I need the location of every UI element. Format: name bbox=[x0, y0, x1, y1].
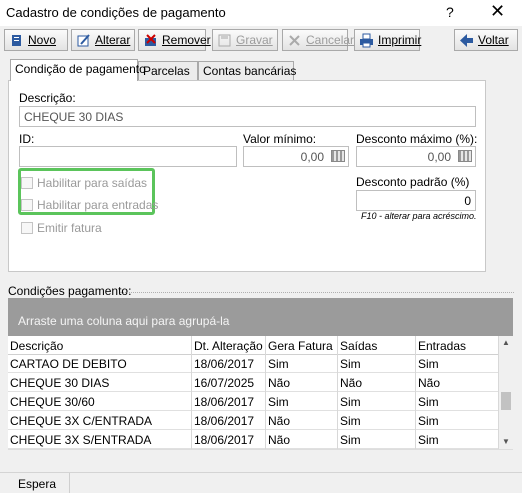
desconto-maximo-label: Desconto máximo (%): bbox=[356, 132, 478, 146]
new-document-icon bbox=[9, 33, 24, 48]
table-row[interactable]: CARTAO DE DEBITO 18/06/2017 Sim Sim Sim bbox=[8, 354, 498, 373]
cell-descricao: CARTAO DE DEBITO bbox=[8, 354, 192, 373]
column-header[interactable]: Gera Fatura bbox=[266, 336, 338, 355]
tab-contas-bancarias[interactable]: Contas bancárias bbox=[198, 61, 296, 80]
cell-saidas: Não bbox=[338, 373, 416, 392]
remover-label: Remover bbox=[162, 33, 211, 47]
cell-gera-fatura: Não bbox=[266, 373, 338, 392]
cell-gera-fatura: Não bbox=[266, 430, 338, 449]
grid-caption: Condições pagamento: bbox=[8, 284, 516, 298]
tab-condicao-pagamento[interactable]: Condição de pagamento bbox=[10, 59, 146, 81]
cell-descricao: CHEQUE 3X S/ENTRADA bbox=[8, 430, 192, 449]
desconto-padrao-label: Desconto padrão (%) bbox=[356, 175, 470, 189]
conditions-grid: Descrição Dt. Alteração Gera Fatura Saíd… bbox=[8, 336, 513, 449]
group-hint: Arraste uma coluna aqui para agrupá-la bbox=[18, 314, 230, 328]
cell-descricao: CHEQUE 3X C/ENTRADA bbox=[8, 411, 192, 430]
help-button[interactable]: ? bbox=[446, 4, 454, 20]
imprimir-button[interactable]: Imprimir bbox=[354, 29, 422, 51]
checkbox-box bbox=[21, 177, 33, 189]
cell-saidas: Sim bbox=[338, 354, 416, 373]
cell-descricao: CHEQUE 30/60 bbox=[8, 392, 192, 411]
cell-gera-fatura: Sim bbox=[266, 354, 338, 373]
habilitar-entradas-label: Habilitar para entradas bbox=[37, 198, 159, 212]
grid-header: Descrição Dt. Alteração Gera Fatura Saíd… bbox=[8, 336, 498, 355]
status-text: Espera bbox=[0, 473, 70, 493]
id-input[interactable] bbox=[19, 146, 237, 167]
alterar-button[interactable]: Alterar bbox=[71, 29, 135, 51]
cell-entradas: Sim bbox=[418, 357, 439, 371]
checkbox-box bbox=[21, 222, 33, 234]
cell-entradas: Não bbox=[418, 376, 441, 390]
column-header[interactable]: Entradas bbox=[416, 336, 498, 355]
emitir-fatura-label: Emitir fatura bbox=[37, 221, 102, 235]
column-header[interactable]: Descrição bbox=[8, 336, 192, 355]
descricao-input[interactable]: CHEQUE 30 DIAS bbox=[19, 106, 476, 127]
edit-icon bbox=[76, 33, 91, 48]
save-icon bbox=[217, 33, 232, 48]
toolbar: Novo Alterar Remover Gravar Cancelar Imp… bbox=[0, 27, 522, 53]
emitir-fatura-checkbox[interactable]: Emitir fatura bbox=[21, 221, 102, 235]
table-row[interactable]: CHEQUE 3X C/ENTRADA 18/06/2017 Não Sim S… bbox=[8, 411, 498, 430]
scroll-thumb[interactable] bbox=[501, 392, 511, 410]
novo-label: Novo bbox=[28, 33, 57, 47]
remove-icon bbox=[143, 33, 158, 48]
calculator-icon[interactable] bbox=[331, 150, 345, 162]
cell-dt-alteracao: 18/06/2017 bbox=[192, 411, 266, 430]
horizontal-scrollbar[interactable] bbox=[8, 449, 513, 465]
cell-dt-alteracao: 18/06/2017 bbox=[192, 430, 266, 449]
cell-gera-fatura: Não bbox=[266, 411, 338, 430]
cancelar-label: Cancelar bbox=[306, 33, 355, 47]
imprimir-label: Imprimir bbox=[378, 33, 422, 47]
cell-entradas: Sim bbox=[418, 433, 439, 447]
cell-saidas: Sim bbox=[338, 411, 416, 430]
cell-entradas: Sim bbox=[418, 395, 439, 409]
scroll-up-icon[interactable]: ▲ bbox=[502, 338, 510, 347]
back-arrow-icon bbox=[459, 33, 474, 48]
window-title: Cadastro de condições de pagamento bbox=[6, 5, 226, 20]
tab-parcelas[interactable]: Parcelas bbox=[138, 61, 198, 80]
table-row[interactable]: CHEQUE 3X S/ENTRADA 18/06/2017 Não Sim S… bbox=[8, 430, 498, 449]
novo-button[interactable]: Novo bbox=[4, 29, 68, 51]
group-by-area[interactable]: Arraste uma coluna aqui para agrupá-la bbox=[8, 298, 513, 336]
checkbox-box bbox=[21, 199, 33, 211]
vertical-scrollbar[interactable]: ▲ ▼ bbox=[498, 336, 513, 449]
habilitar-saidas-checkbox[interactable]: Habilitar para saídas bbox=[21, 176, 147, 190]
habilitar-saidas-label: Habilitar para saídas bbox=[37, 176, 148, 190]
desconto-padrao-input[interactable]: 0 bbox=[356, 190, 476, 211]
scroll-down-icon[interactable]: ▼ bbox=[502, 437, 510, 446]
cell-descricao: CHEQUE 30 DIAS bbox=[8, 373, 192, 392]
voltar-button[interactable]: Voltar bbox=[454, 29, 518, 51]
close-button[interactable]: ✕ bbox=[490, 1, 505, 22]
table-row[interactable]: CHEQUE 30/60 18/06/2017 Sim Sim Sim bbox=[8, 392, 498, 411]
cell-saidas: Sim bbox=[338, 430, 416, 449]
title-bar: Cadastro de condições de pagamento ? ✕ bbox=[0, 0, 522, 26]
descricao-label: Descrição: bbox=[19, 91, 76, 105]
habilitar-entradas-checkbox[interactable]: Habilitar para entradas bbox=[21, 198, 158, 212]
cell-dt-alteracao: 16/07/2025 bbox=[192, 373, 266, 392]
cell-saidas: Sim bbox=[338, 392, 416, 411]
column-header[interactable]: Dt. Alteração bbox=[192, 336, 266, 355]
f10-hint: F10 - alterar para acréscimo. bbox=[361, 211, 477, 221]
cell-entradas: Sim bbox=[418, 414, 439, 428]
alterar-label: Alterar bbox=[95, 33, 131, 47]
calculator-icon[interactable] bbox=[458, 150, 472, 162]
cancel-icon bbox=[287, 33, 302, 48]
remover-button[interactable]: Remover bbox=[138, 29, 211, 51]
table-row[interactable]: CHEQUE 30 DIAS 16/07/2025 Não Não Não bbox=[8, 373, 498, 392]
voltar-label: Voltar bbox=[478, 33, 509, 47]
status-bar: Espera bbox=[0, 472, 522, 493]
valor-minimo-label: Valor mínimo: bbox=[243, 132, 317, 146]
column-header[interactable]: Saídas bbox=[338, 336, 416, 355]
cell-dt-alteracao: 18/06/2017 bbox=[192, 354, 266, 373]
gravar-button[interactable]: Gravar bbox=[212, 29, 278, 51]
printer-icon bbox=[359, 33, 374, 48]
id-label: ID: bbox=[19, 132, 35, 146]
cell-dt-alteracao: 18/06/2017 bbox=[192, 392, 266, 411]
gravar-label: Gravar bbox=[236, 33, 273, 47]
cancelar-button[interactable]: Cancelar bbox=[282, 29, 354, 51]
cell-gera-fatura: Sim bbox=[266, 392, 338, 411]
